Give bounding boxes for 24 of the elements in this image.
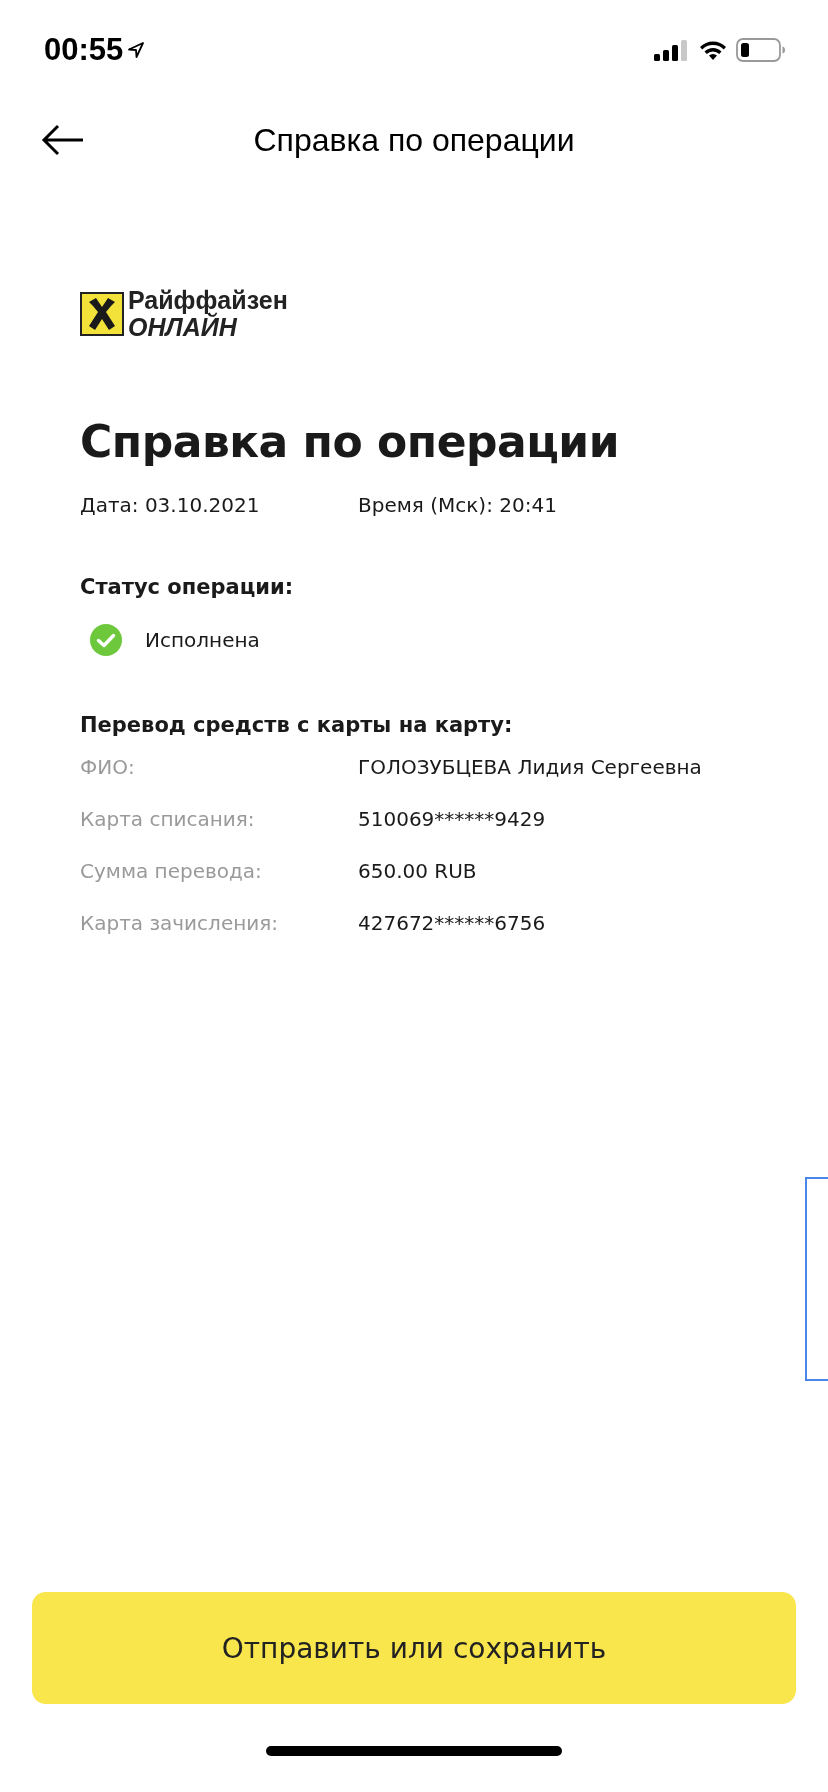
status-heading: Статус операции: bbox=[80, 574, 295, 599]
field-value: ГОЛОЗУБЦЕВА Лидия Сергеевна bbox=[358, 754, 702, 780]
field-label: Карта зачисления: bbox=[80, 910, 280, 936]
back-arrow-icon[interactable] bbox=[41, 124, 85, 156]
field-label: Карта списания: bbox=[80, 806, 256, 832]
logo-wordmark: Райффайзен bbox=[128, 288, 288, 313]
operation-time: Время (Мск): 20:41 bbox=[358, 492, 557, 517]
field-label: ФИО: bbox=[80, 754, 136, 780]
screen-title: Справка по операции bbox=[253, 121, 575, 159]
location-arrow-icon bbox=[127, 41, 146, 59]
operation-date: Дата: 03.10.2021 bbox=[80, 492, 261, 517]
battery-icon bbox=[736, 38, 786, 62]
field-label: Сумма перевода: bbox=[80, 858, 263, 884]
send-or-save-button[interactable]: Отправить или сохранить bbox=[32, 1592, 796, 1704]
document-title: Справка по операции bbox=[80, 416, 620, 469]
field-value: 427672******6756 bbox=[358, 910, 546, 936]
field-value: 650.00 RUB bbox=[358, 858, 477, 884]
wifi-icon bbox=[698, 39, 728, 61]
clock-time: 00:55 bbox=[44, 32, 124, 68]
signal-icon bbox=[654, 39, 690, 61]
logo-icon bbox=[80, 292, 124, 336]
status-text: Исполнена bbox=[145, 627, 260, 652]
section-heading: Перевод средств с карты на карту: bbox=[80, 712, 514, 737]
field-value: 510069******9429 bbox=[358, 806, 546, 832]
